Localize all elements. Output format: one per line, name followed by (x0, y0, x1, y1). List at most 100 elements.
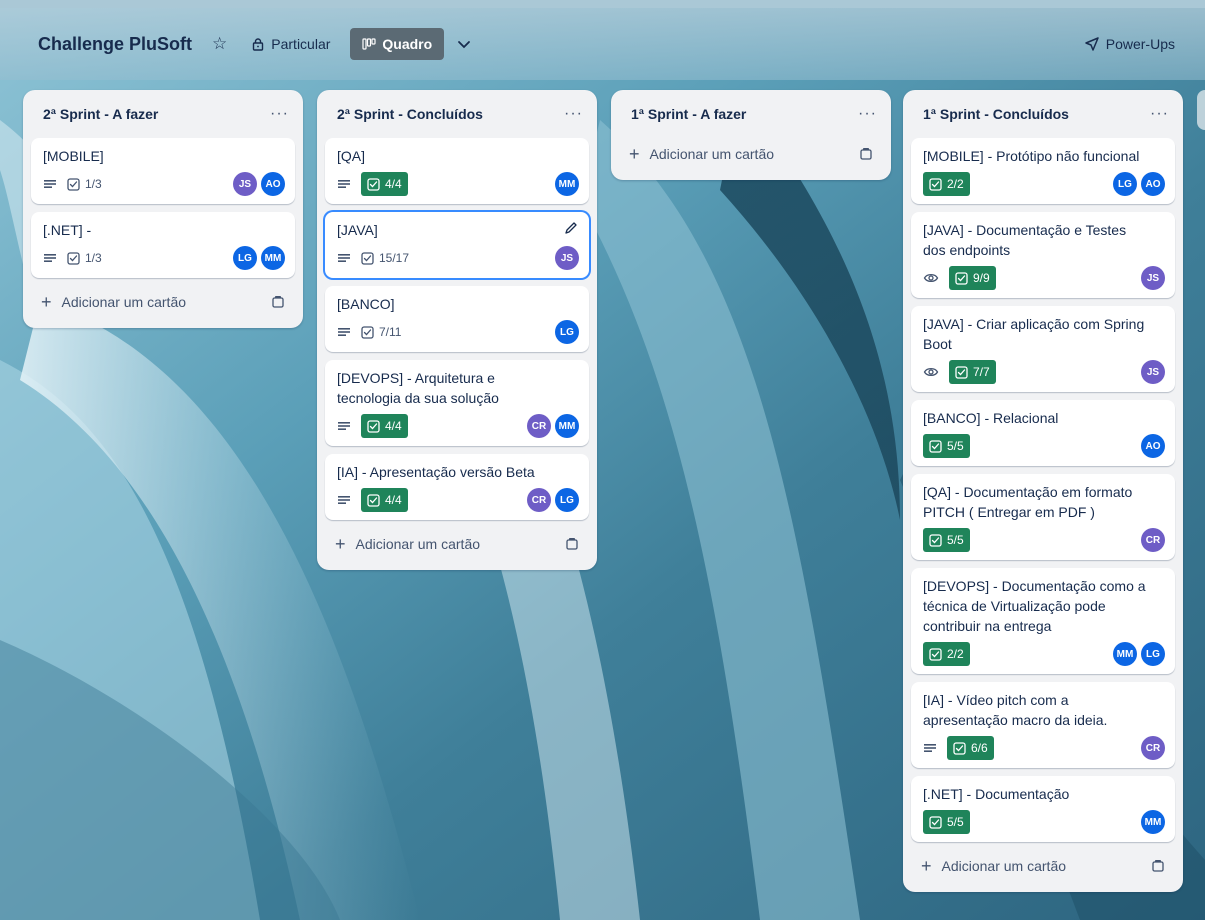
card-badges: 5/5 (923, 434, 970, 458)
list-title[interactable]: 1ª Sprint - Concluídos (923, 106, 1069, 122)
avatar-ao[interactable]: AO (1141, 434, 1165, 458)
card[interactable]: [JAVA] 15/17 JS (325, 212, 589, 278)
card-footer: 2/2 MM LG (923, 642, 1165, 666)
card-members: MM (555, 172, 579, 196)
avatar-ao[interactable]: AO (1141, 172, 1165, 196)
avatar-mm[interactable]: MM (1113, 642, 1137, 666)
avatar-mm[interactable]: MM (261, 246, 285, 270)
list-title[interactable]: 1ª Sprint - A fazer (631, 106, 746, 122)
card[interactable]: [IA] - Vídeo pitch com a apresentação ma… (911, 682, 1175, 768)
card-title: [MOBILE] (43, 148, 104, 164)
rocket-icon (1085, 37, 1099, 51)
card[interactable]: [IA] - Apresentação versão Beta 4/4 CR LG (325, 454, 589, 520)
checklist-badge: 7/11 (361, 320, 401, 344)
checklist-count: 5/5 (947, 533, 964, 547)
plus-icon: + (629, 143, 640, 164)
checklist-count: 2/2 (947, 647, 964, 661)
more-options-icon[interactable]: ··· (858, 105, 877, 123)
visibility-label: Particular (271, 36, 331, 52)
card-footer: 1/3 JS AO (43, 172, 285, 196)
avatar-cr[interactable]: CR (1141, 736, 1165, 760)
switch-view-button[interactable] (456, 36, 472, 52)
checklist-badge: 6/6 (947, 736, 994, 760)
create-from-template-button[interactable] (1151, 859, 1165, 873)
card[interactable]: [BANCO] - Relacional 5/5 AO (911, 400, 1175, 466)
board-view-icon (362, 38, 377, 50)
card-footer: 4/4 MM (337, 172, 579, 196)
avatar-cr[interactable]: CR (527, 488, 551, 512)
card-footer: 2/2 LG AO (923, 172, 1165, 196)
avatar-cr[interactable]: CR (527, 414, 551, 438)
checklist-count: 6/6 (971, 741, 988, 755)
avatar-lg[interactable]: LG (1141, 642, 1165, 666)
avatar-mm[interactable]: MM (555, 172, 579, 196)
star-icon[interactable]: ☆ (212, 34, 227, 54)
card-title: [QA] (337, 148, 366, 164)
create-from-template-button[interactable] (859, 147, 873, 161)
card-badges: 15/17 (337, 246, 409, 270)
checklist-badge: 4/4 (361, 172, 408, 196)
more-options-icon[interactable]: ··· (1150, 105, 1169, 123)
checklist-icon (67, 251, 80, 265)
visibility-button[interactable]: Particular (251, 36, 330, 52)
card-badges: 5/5 (923, 810, 970, 834)
card-footer: 7/11 LG (337, 320, 579, 344)
board-view-button[interactable]: Quadro (350, 28, 445, 60)
card[interactable]: [.NET] - Documentação 5/5 MM (911, 776, 1175, 842)
card-title: [MOBILE] - Protótipo não funcional (923, 148, 1140, 164)
avatar-js[interactable]: JS (233, 172, 257, 196)
card-title: [IA] - Apresentação versão Beta (337, 464, 535, 480)
checklist-icon (929, 439, 942, 453)
more-options-icon[interactable]: ··· (564, 105, 583, 123)
avatar-lg[interactable]: LG (1113, 172, 1137, 196)
add-card-button[interactable]: + Adicionar um cartão (619, 138, 883, 170)
card-footer: 15/17 JS (337, 246, 579, 270)
avatar-mm[interactable]: MM (1141, 810, 1165, 834)
avatar-mm[interactable]: MM (555, 414, 579, 438)
card[interactable]: [JAVA] - Documentação e Testes dos endpo… (911, 212, 1175, 298)
checklist-badge: 4/4 (361, 414, 408, 438)
board-title[interactable]: Challenge PluSoft (38, 34, 192, 55)
create-from-template-button[interactable] (565, 537, 579, 551)
checklist-badge: 5/5 (923, 434, 970, 458)
list-header: 2ª Sprint - Concluídos ··· (325, 98, 589, 130)
avatar-js[interactable]: JS (1141, 266, 1165, 290)
pencil-icon[interactable] (563, 220, 579, 236)
add-card-button[interactable]: + Adicionar um cartão (325, 528, 589, 560)
create-from-template-button[interactable] (271, 295, 285, 309)
list-4: 1ª Sprint - Concluídos ··· [MOBILE] - Prot… (903, 90, 1183, 892)
avatar-lg[interactable]: LG (555, 320, 579, 344)
card[interactable]: [MOBILE] 1/3 JS AO (31, 138, 295, 204)
card[interactable]: [DEVOPS] - Documentação como a técnica d… (911, 568, 1175, 674)
card[interactable]: [QA] - Documentação em formato PITCH ( E… (911, 474, 1175, 560)
card[interactable]: [DEVOPS] - Arquitetura e tecnologia da s… (325, 360, 589, 446)
checklist-count: 4/4 (385, 177, 402, 191)
card-footer: 5/5 CR (923, 528, 1165, 552)
card-footer: 5/5 AO (923, 434, 1165, 458)
list-title[interactable]: 2ª Sprint - Concluídos (337, 106, 483, 122)
avatar-js[interactable]: JS (1141, 360, 1165, 384)
card[interactable]: [MOBILE] - Protótipo não funcional 2/2 LG A… (911, 138, 1175, 204)
card-badges: 4/4 (337, 172, 408, 196)
power-ups-button[interactable]: Power-Ups (1084, 36, 1175, 52)
more-options-icon[interactable]: ··· (270, 105, 289, 123)
avatar-js[interactable]: JS (555, 246, 579, 270)
avatar-ao[interactable]: AO (261, 172, 285, 196)
card-badges: 5/5 (923, 528, 970, 552)
card[interactable]: [JAVA] - Criar aplicação com Spring Boot… (911, 306, 1175, 392)
card-title: [JAVA] (337, 222, 378, 238)
list-title[interactable]: 2ª Sprint - A fazer (43, 106, 158, 122)
card[interactable]: [.NET] - 1/3 LG MM (31, 212, 295, 278)
add-card-button[interactable]: + Adicionar um cartão (911, 850, 1175, 882)
next-list-edge[interactable] (1197, 90, 1205, 130)
checklist-count: 4/4 (385, 419, 402, 433)
card-title: [DEVOPS] - Arquitetura e tecnologia da s… (337, 370, 499, 406)
add-card-button[interactable]: + Adicionar um cartão (31, 286, 295, 318)
card[interactable]: [QA] 4/4 MM (325, 138, 589, 204)
description-icon (44, 180, 56, 188)
card[interactable]: [BANCO] 7/11 LG (325, 286, 589, 352)
add-card-label: Adicionar um cartão (941, 858, 1067, 874)
avatar-cr[interactable]: CR (1141, 528, 1165, 552)
avatar-lg[interactable]: LG (233, 246, 257, 270)
avatar-lg[interactable]: LG (555, 488, 579, 512)
